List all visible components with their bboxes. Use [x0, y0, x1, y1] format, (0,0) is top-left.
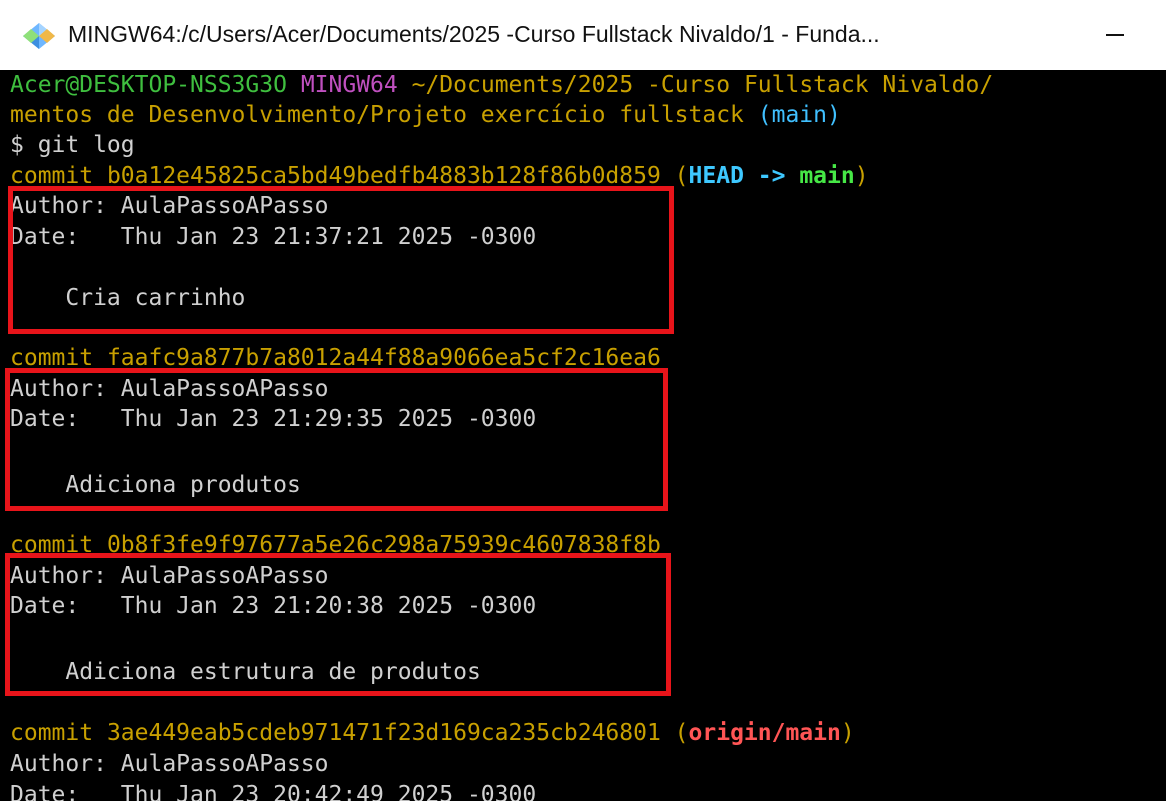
prompt-path-continued: mentos de Desenvolvimento/Projeto exercí… [10, 102, 744, 128]
prompt-branch: (main) [757, 102, 841, 128]
commit-prefix: commit [10, 720, 107, 746]
commit-line: commit b0a12e45825ca5bd49bedfb4883b128f8… [10, 161, 869, 191]
commit-author: Author: AulaPassoAPasso [10, 751, 329, 777]
commit-hash: faafc9a877b7a8012a44f88a9066ea5cf2c16ea6 [106, 345, 661, 371]
git-diamond-icon [23, 23, 55, 49]
prompt-path: ~/Documents/2025 -Curso Fullstack Nivald… [411, 72, 994, 98]
commit-hash: 0b8f3fe9f97677a5e26c298a75939c4607838f8b [106, 532, 661, 558]
title-bar[interactable]: MINGW64:/c/Users/Acer/Documents/2025 -Cu… [0, 0, 1166, 70]
commit-message: Cria carrinho [10, 285, 246, 311]
terminal-window: MINGW64:/c/Users/Acer/Documents/2025 -Cu… [0, 0, 1166, 801]
commit-date: Date: Thu Jan 23 21:29:35 2025 -0300 [10, 406, 537, 432]
terminal-output[interactable]: Acer@DESKTOP-NSS3G3O MINGW64 ~/Documents… [0, 70, 1166, 801]
commit-message: Adiciona produtos [10, 472, 301, 498]
commit-line: commit 0b8f3fe9f97677a5e26c298a75939c460… [10, 530, 661, 560]
minimize-icon [1106, 34, 1124, 36]
command-line: $ git log [10, 132, 135, 158]
commit-date: Date: Thu Jan 23 21:20:38 2025 -0300 [10, 593, 537, 619]
ref-open: ( [660, 720, 689, 746]
ref-close: ) [854, 163, 869, 189]
commit-prefix: commit [10, 532, 107, 558]
minimize-button[interactable] [1090, 0, 1166, 70]
window-title: MINGW64:/c/Users/Acer/Documents/2025 -Cu… [68, 21, 880, 47]
commit-author: Author: AulaPassoAPasso [10, 376, 329, 402]
prompt-user-host: Acer@DESKTOP-NSS3G3O [10, 72, 287, 98]
prompt-line: Acer@DESKTOP-NSS3G3O MINGW64 ~/Documents… [10, 70, 993, 100]
commit-date: Date: Thu Jan 23 20:42:49 2025 -0300 [10, 782, 537, 801]
commit-date: Date: Thu Jan 23 21:37:21 2025 -0300 [10, 224, 537, 250]
commit-prefix: commit [10, 163, 107, 189]
commit-line: commit 3ae449eab5cdeb971471f23d169ca235c… [10, 718, 855, 748]
commit-hash: 3ae449eab5cdeb971471f23d169ca235cb246801 [106, 720, 661, 746]
ref-open: ( [660, 163, 689, 189]
ref-close: ) [840, 720, 855, 746]
prompt-line-wrap: mentos de Desenvolvimento/Projeto exercí… [10, 100, 841, 130]
commit-author: Author: AulaPassoAPasso [10, 563, 329, 589]
commit-prefix: commit [10, 345, 107, 371]
head-ref: HEAD -> [688, 163, 800, 189]
commit-hash: b0a12e45825ca5bd49bedfb4883b128f86b0d859 [106, 163, 661, 189]
commit-message: Adiciona estrutura de produtos [10, 659, 481, 685]
branch-ref: main [799, 163, 855, 189]
prompt-env: MINGW64 [300, 72, 398, 98]
commit-line: commit faafc9a877b7a8012a44f88a9066ea5cf… [10, 343, 661, 373]
origin-ref: origin/main [688, 720, 841, 746]
commit-author: Author: AulaPassoAPasso [10, 193, 329, 219]
